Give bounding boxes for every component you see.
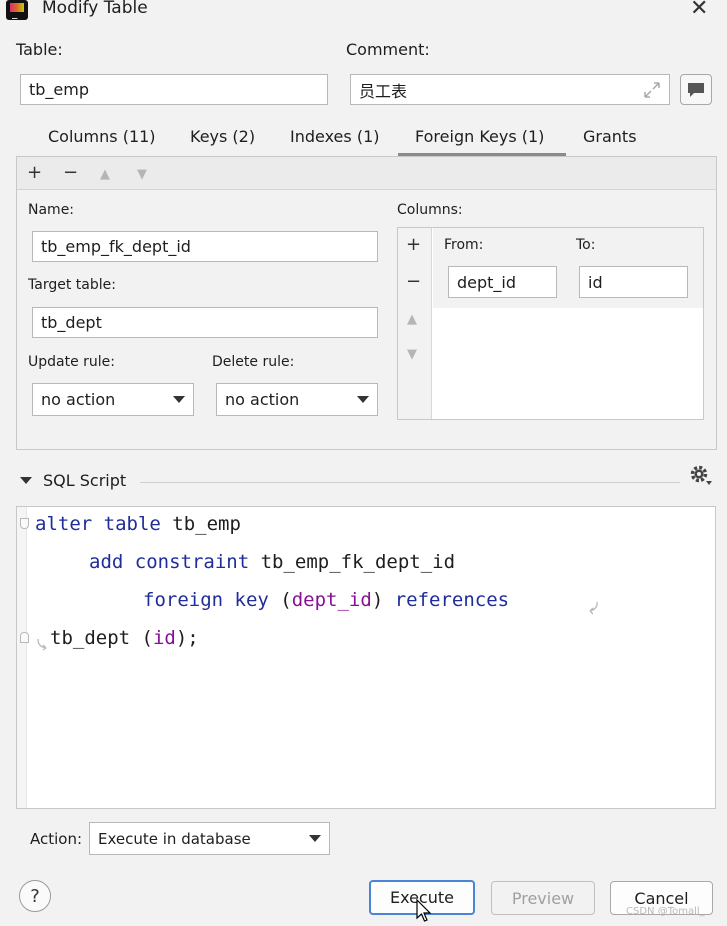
window-title: Modify Table — [42, 0, 148, 18]
sql-text: tb_emp — [160, 513, 241, 535]
to-label: To: — [576, 237, 596, 253]
target-table-input[interactable]: tb_dept — [32, 307, 378, 338]
fk-toolbar — [17, 157, 716, 190]
code-line-2: add constraint tb_emp_fk_dept_id — [89, 551, 455, 573]
sql-keyword: references — [394, 589, 510, 611]
fold-marker-icon[interactable] — [20, 632, 29, 643]
target-table-label: Target table: — [28, 277, 116, 293]
chevron-down-icon — [357, 396, 369, 403]
move-column-down-icon[interactable]: ▼ — [407, 347, 417, 362]
move-up-icon[interactable]: ▲ — [100, 167, 110, 182]
tab-foreign-keys[interactable]: Foreign Keys (1) — [415, 127, 544, 146]
action-value: Execute in database — [98, 829, 251, 848]
move-column-up-icon[interactable]: ▲ — [407, 312, 417, 327]
sql-text: ) — [371, 589, 395, 611]
table-name-input[interactable]: tb_emp — [20, 74, 328, 105]
collapse-chevron-icon[interactable] — [20, 477, 32, 484]
editor-gutter — [17, 507, 27, 808]
preview-button[interactable]: Preview — [491, 881, 595, 915]
action-label: Action: — [30, 830, 83, 848]
soft-wrap-icon — [588, 600, 600, 619]
speech-bubble-icon — [688, 82, 704, 97]
code-line-4: tb_dept (id); — [50, 627, 199, 649]
divider — [140, 482, 680, 483]
update-rule-label: Update rule: — [28, 354, 116, 370]
sql-script-title: SQL Script — [43, 471, 127, 490]
code-line-3: foreign key (dept_id) references — [143, 589, 509, 611]
chevron-down-icon — [173, 396, 185, 403]
move-down-icon[interactable]: ▼ — [137, 167, 147, 182]
delete-rule-label: Delete rule: — [212, 354, 295, 370]
name-label: Name: — [28, 202, 75, 218]
sql-keyword: add constraint — [89, 551, 250, 573]
tab-grants[interactable]: Grants — [583, 127, 637, 146]
sql-text: ( — [268, 589, 292, 611]
add-icon[interactable]: + — [27, 162, 42, 183]
tab-indexes[interactable]: Indexes (1) — [290, 127, 379, 146]
sql-text: tb_emp_fk_dept_id — [249, 551, 456, 573]
sql-keyword: foreign key — [143, 589, 269, 611]
from-label: From: — [444, 237, 484, 253]
from-column-input[interactable]: dept_id — [448, 266, 557, 298]
table-label: Table: — [16, 40, 63, 59]
delete-rule-value: no action — [225, 390, 300, 409]
chevron-down-icon — [309, 835, 321, 842]
fold-marker-icon[interactable] — [20, 518, 29, 529]
fk-name-input[interactable]: tb_emp_fk_dept_id — [32, 231, 378, 262]
update-rule-select[interactable]: no action — [32, 383, 194, 416]
watermark: CSDN @Tomall_ — [626, 906, 705, 917]
mouse-cursor-icon — [416, 898, 432, 926]
sql-keyword: alter table — [35, 513, 161, 535]
sql-text: tb_dept ( — [50, 627, 153, 649]
delete-rule-select[interactable]: no action — [216, 383, 378, 416]
comment-value: 员工表 — [359, 81, 408, 101]
sql-text: ); — [175, 627, 199, 649]
comment-button[interactable] — [680, 74, 712, 105]
action-select[interactable]: Execute in database — [89, 822, 330, 855]
to-column-input[interactable]: id — [579, 266, 688, 298]
expand-icon[interactable] — [642, 80, 662, 104]
sql-identifier: dept_id — [291, 589, 372, 611]
remove-column-icon[interactable]: − — [406, 271, 421, 292]
gear-icon[interactable] — [689, 464, 713, 492]
comment-label: Comment: — [346, 40, 430, 59]
comment-input[interactable]: 员工表 — [350, 74, 670, 105]
sql-identifier: id — [152, 627, 176, 649]
app-icon: _ — [6, 0, 28, 20]
close-icon[interactable]: ✕ — [690, 0, 708, 21]
help-button[interactable]: ? — [19, 880, 51, 912]
tab-keys[interactable]: Keys (2) — [190, 127, 255, 146]
tab-columns[interactable]: Columns (11) — [48, 127, 156, 146]
soft-wrap-icon — [36, 636, 48, 655]
columns-label: Columns: — [397, 202, 463, 218]
add-column-icon[interactable]: + — [406, 234, 421, 255]
update-rule-value: no action — [41, 390, 116, 409]
remove-icon[interactable]: − — [63, 162, 78, 183]
code-line-1: alter table tb_emp — [35, 513, 241, 535]
